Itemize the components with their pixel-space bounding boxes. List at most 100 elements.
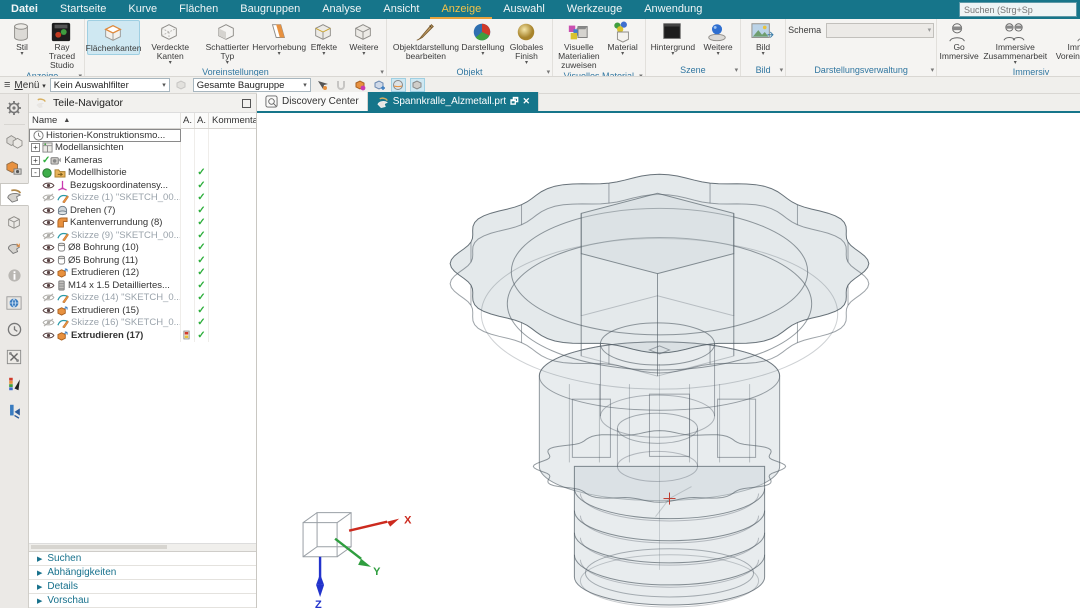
reuse-library-icon[interactable]	[1, 210, 28, 233]
eye-icon[interactable]	[42, 281, 55, 290]
component-select-icon[interactable]	[372, 78, 387, 92]
tree-row[interactable]: Drehen (7)✓	[29, 204, 256, 217]
routing-icon[interactable]	[1, 237, 28, 260]
part-model[interactable]: X Y Z	[257, 113, 1080, 608]
tree-scrollbar[interactable]	[29, 543, 256, 551]
immersive-voreinstellungen-button[interactable]: Immersive Voreinstellungen	[1051, 20, 1080, 62]
tree-row[interactable]: Extrudieren (17)✓	[29, 329, 256, 342]
roles-icon[interactable]	[1, 399, 28, 422]
constraint-navigator-icon[interactable]	[1, 156, 28, 179]
web-browser-icon[interactable]	[1, 291, 28, 314]
menu-baugruppen[interactable]: Baugruppen	[229, 0, 311, 19]
menu-analyse[interactable]: Analyse	[311, 0, 372, 19]
expander-icon[interactable]: -	[31, 168, 40, 177]
eye-icon[interactable]	[42, 218, 55, 227]
eye-icon[interactable]	[42, 256, 55, 265]
eye-icon[interactable]	[42, 331, 55, 340]
menu-ansicht[interactable]: Ansicht	[372, 0, 430, 19]
visuelle-materialien-zuweisen-button[interactable]: Visuelle Materialien zuweisen	[555, 20, 603, 71]
flächenkanten-button[interactable]: Flächenkanten	[87, 20, 140, 55]
tree-row[interactable]: +Modellansichten	[29, 142, 256, 155]
menu-flächen[interactable]: Flächen	[168, 0, 229, 19]
immersive-zusammenarbeit-button[interactable]: Immersive Zusammenarbeit▾	[979, 20, 1051, 67]
effekte-button[interactable]: Effekte▾	[304, 20, 344, 58]
verdeckte-kanten-button[interactable]: Verdeckte Kanten▾	[140, 20, 200, 67]
selection-scope-dropdown[interactable]: Gesamte Baugruppe▾	[193, 78, 311, 92]
menu-kurve[interactable]: Kurve	[117, 0, 168, 19]
menu-anzeige[interactable]: Anzeige	[430, 0, 492, 19]
menu-startseite[interactable]: Startseite	[49, 0, 117, 19]
menu-anwendung[interactable]: Anwendung	[633, 0, 713, 19]
hamburger-icon[interactable]: ≡	[4, 79, 10, 91]
eye-icon[interactable]	[42, 306, 55, 315]
eye-off-icon[interactable]	[42, 318, 55, 327]
globales-finish-button[interactable]: Globales Finish▾	[503, 20, 550, 67]
go-immersive-button[interactable]: Go Immersive	[939, 20, 979, 62]
history-icon[interactable]	[1, 318, 28, 341]
tree-row[interactable]: Ø5 Bohrung (11)✓	[29, 254, 256, 267]
column-header-a2[interactable]: A.	[195, 113, 209, 128]
objektdarstellung-bearbeiten-button[interactable]: Objektdarstellung bearbeiten	[389, 20, 463, 62]
column-header-name[interactable]: Name▲	[29, 113, 181, 128]
3d-viewport[interactable]: X Y Z	[257, 113, 1080, 608]
assembly-navigator-icon[interactable]	[1, 129, 28, 152]
tree-row[interactable]: Kantenverrundung (8)✓	[29, 217, 256, 230]
tree-row[interactable]: Bezugskoordinatensy...✓	[29, 179, 256, 192]
group-options-icon[interactable]: ▾	[780, 66, 784, 74]
maximize-panel-icon[interactable]	[242, 99, 251, 108]
column-header-a1[interactable]: A.	[181, 113, 195, 128]
eye-icon[interactable]	[42, 243, 55, 252]
snap-point-icon[interactable]	[315, 78, 330, 92]
eye-icon[interactable]	[42, 268, 55, 277]
tree-row[interactable]: Extrudieren (12)✓	[29, 267, 256, 280]
expander-icon[interactable]: +	[31, 156, 40, 165]
darstellung-button[interactable]: Darstellung▾	[463, 20, 503, 58]
visual-reports-icon[interactable]	[1, 372, 28, 395]
group-options-icon[interactable]: ▾	[380, 68, 384, 76]
bild-button[interactable]: Bild▾	[743, 20, 783, 58]
gear-icon[interactable]	[1, 96, 28, 119]
menu-auswahl[interactable]: Auswahl	[492, 0, 556, 19]
eye-off-icon[interactable]	[42, 193, 55, 202]
group-options-icon[interactable]: ▾	[735, 66, 739, 74]
schema-select[interactable]	[826, 23, 934, 38]
tree-row[interactable]: M14 x 1.5 Detailliertes...✓	[29, 279, 256, 292]
group-options-icon[interactable]: ▾	[931, 66, 935, 74]
tree-row[interactable]: Extrudieren (15)✓	[29, 304, 256, 317]
tree-row[interactable]: Skizze (14) "SKETCH_0...✓	[29, 292, 256, 305]
process-studio-icon[interactable]	[1, 345, 28, 368]
info-icon[interactable]	[1, 264, 28, 287]
weitere-button[interactable]: Weitere▾	[698, 20, 738, 58]
menu-werkzeuge[interactable]: Werkzeuge	[556, 0, 633, 19]
tree-row[interactable]: Skizze (1) "SKETCH_00...✓	[29, 192, 256, 205]
ray-traced-studio-button[interactable]: Ray Traced Studio	[42, 20, 82, 71]
shaded-toggle-icon[interactable]	[391, 78, 406, 92]
hintergrund-button[interactable]: Hintergrund▾	[648, 20, 698, 58]
menu-datei[interactable]: Datei	[0, 0, 49, 19]
hervorhebung-button[interactable]: Hervorhebung▾	[254, 20, 304, 58]
close-tab-icon[interactable]: ✕	[523, 96, 531, 107]
tree-row[interactable]: Skizze (16) "SKETCH_0...✓	[29, 317, 256, 330]
section-vorschau[interactable]: ▶Vorschau	[29, 594, 256, 608]
schattierter-typ-button[interactable]: Schattierter Typ▾	[200, 20, 254, 67]
section-suchen[interactable]: ▶Suchen	[29, 552, 256, 566]
menu-button[interactable]: Menü ▾	[14, 80, 45, 91]
section-abhängigkeiten[interactable]: ▶Abhängigkeiten	[29, 566, 256, 580]
column-header-comment[interactable]: Kommentar	[209, 113, 256, 128]
tree-row[interactable]: Ø8 Bohrung (10)✓	[29, 242, 256, 255]
command-search-input[interactable]	[959, 2, 1077, 17]
tree-row[interactable]: Skizze (9) "SKETCH_00...✓	[29, 229, 256, 242]
expander-icon[interactable]: +	[31, 143, 40, 152]
group-options-icon[interactable]: ▾	[547, 68, 551, 76]
tree-row[interactable]: +✓Kameras	[29, 154, 256, 167]
selection-filter-dropdown[interactable]: Kein Auswahlfilter▾	[50, 78, 170, 92]
float-window-icon[interactable]: 🗗	[510, 94, 518, 110]
tree-row[interactable]: -Modellhistorie✓	[29, 167, 256, 180]
tab-discovery-center[interactable]: Discovery Center	[257, 92, 368, 111]
weitere-button[interactable]: Weitere▾	[344, 20, 384, 58]
magnet-icon[interactable]	[334, 78, 349, 92]
section-details[interactable]: ▶Details	[29, 580, 256, 594]
filter-extra-icon[interactable]	[174, 78, 189, 92]
tree-row[interactable]: Historien-Konstruktionsmo...	[29, 129, 256, 142]
eye-off-icon[interactable]	[42, 231, 55, 240]
